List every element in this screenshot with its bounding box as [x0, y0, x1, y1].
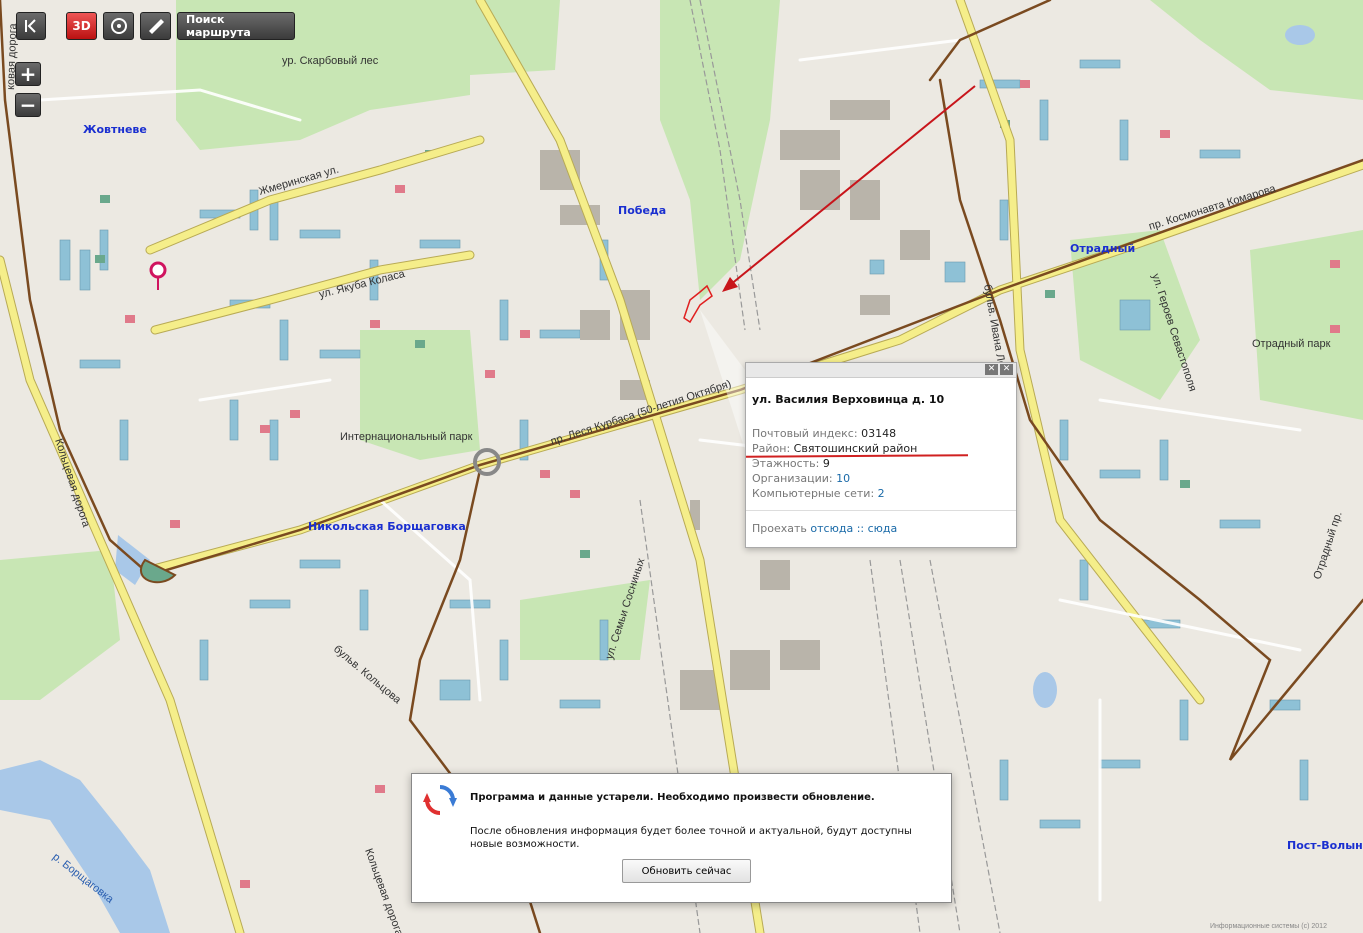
route-separator: :: — [856, 522, 865, 535]
orgs-label: Организации: — [752, 472, 833, 485]
3d-button[interactable]: 3D — [66, 12, 97, 40]
label-bulv-koltsova: бульв. Кольцова — [331, 643, 404, 707]
update-dialog: Программа и данные устарели. Необходимо … — [411, 773, 952, 903]
target-icon — [110, 18, 127, 34]
update-title: Программа и данные устарели. Необходимо … — [470, 792, 875, 803]
parks — [0, 0, 1363, 700]
route-search-button[interactable]: Поиск маршрута — [177, 12, 295, 40]
popup-collapse-button[interactable]: ✕ — [985, 364, 998, 375]
popup-title-bar: ✕ ✕ — [746, 363, 1016, 378]
label-otradnyi-pr: Отрадный пр. — [1311, 510, 1344, 581]
networks-row: Компьютерные сети: 2 — [752, 487, 885, 500]
place-zhovtneve: Жовтневе — [83, 123, 147, 136]
popup-close-button[interactable]: ✕ — [1000, 364, 1013, 375]
route-search-label: Поиск маршрута — [186, 13, 251, 39]
postal-value: 03148 — [861, 427, 897, 440]
place-pobeda: Победа — [618, 204, 666, 217]
ruler-button[interactable] — [140, 12, 171, 40]
label-skarbovyi-les: ур. Скарбовый лес — [282, 55, 379, 67]
district-label: Район: — [752, 442, 791, 455]
networks-link[interactable]: 2 — [878, 487, 885, 500]
networks-label: Компьютерные сети: — [752, 487, 875, 500]
label-internatsionalnyi-park: Интернациональный парк — [340, 431, 473, 443]
ruler-icon — [148, 19, 164, 34]
label-kosmonavta-komarova: пр. Космонавта Комарова — [1147, 183, 1278, 233]
floors-label: Этажность: — [752, 457, 820, 470]
update-now-button[interactable]: Обновить сейчас — [622, 859, 751, 883]
popup-divider — [746, 510, 1016, 511]
orgs-row: Организации: 10 — [752, 472, 850, 485]
floors-value: 9 — [822, 457, 830, 470]
district-row: Район: Святошинский район — [752, 442, 917, 455]
postal-row: Почтовый индекс: 03148 — [752, 427, 896, 440]
orgs-link[interactable]: 10 — [836, 472, 850, 485]
location-pin-icon[interactable] — [149, 261, 167, 290]
route-from-link[interactable]: отсюда — [810, 522, 853, 535]
locate-button[interactable] — [103, 12, 134, 40]
route-row: Проехать отсюда :: сюда — [752, 522, 897, 535]
back-icon — [25, 19, 36, 33]
update-body: После обновления информация будет более … — [470, 826, 912, 850]
label-otradnyi-park: Отрадный парк — [1252, 338, 1331, 350]
route-to-link[interactable]: сюда — [868, 522, 898, 535]
zoom-in-button[interactable]: + — [15, 62, 41, 86]
place-nikolskaya-borshchagovka: Никольская Борщаговка — [308, 520, 466, 533]
place-post-volynskyi: Пост-Волынский — [1287, 839, 1363, 852]
label-koltsevaya-bottom: Кольцевая дорога — [362, 847, 405, 933]
district-value: Святошинский район — [793, 442, 918, 455]
floors-row: Этажность: 9 — [752, 457, 830, 470]
place-otradnyi: Отрадный — [1070, 242, 1135, 255]
postal-label: Почтовый индекс: — [752, 427, 858, 440]
refresh-icon — [423, 785, 457, 815]
back-button[interactable] — [16, 12, 46, 40]
route-label: Проехать — [752, 522, 807, 535]
popup-address: ул. Василия Верховинца д. 10 — [752, 393, 945, 406]
zoom-out-button[interactable]: − — [15, 93, 41, 117]
copyright-text: Информационные системы (с) 2012 — [1210, 923, 1327, 930]
address-info-popup: ✕ ✕ ул. Василия Верховинца д. 10 Почтовы… — [745, 362, 1017, 548]
label-koltsevaya-left: Кольцевая дорога — [52, 437, 92, 529]
